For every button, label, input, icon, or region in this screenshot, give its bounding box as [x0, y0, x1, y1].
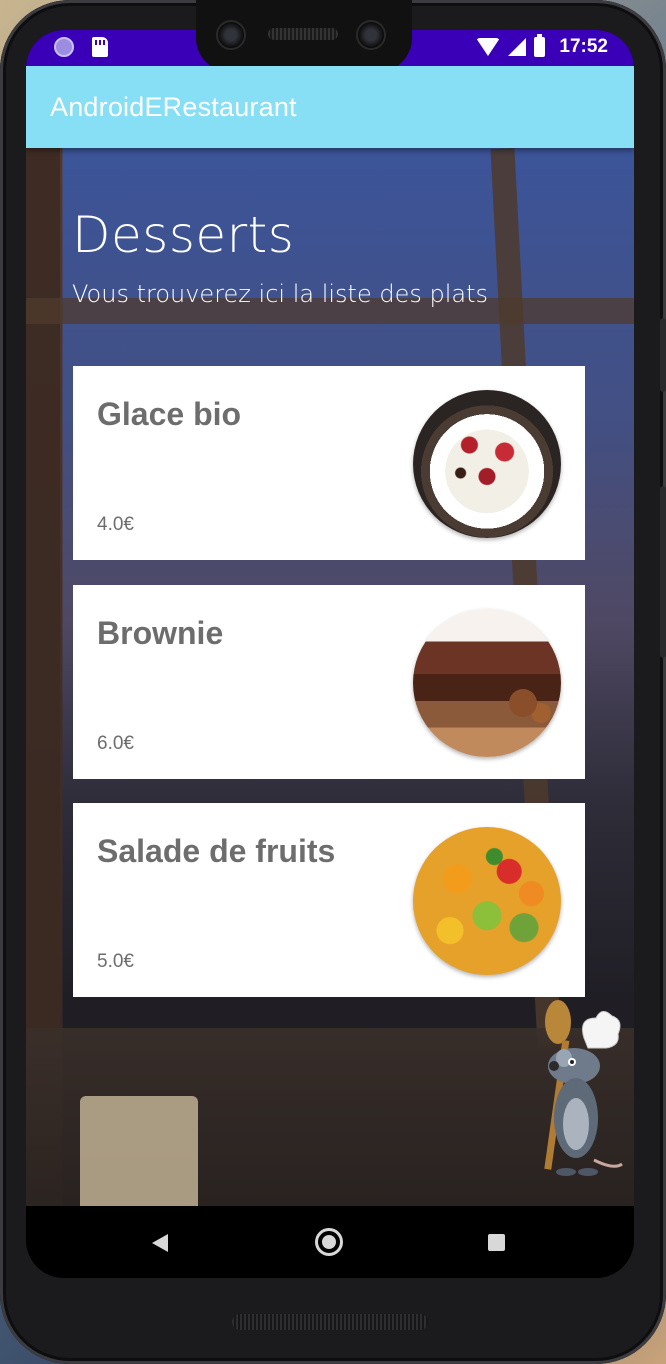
status-time: 17:52 — [559, 36, 608, 57]
dish-name: Brownie — [97, 615, 224, 651]
screen: 17:52 AndroidERestaurant Desserts Vous t… — [26, 30, 634, 1278]
back-icon[interactable] — [152, 1234, 168, 1252]
signal-icon — [508, 38, 527, 56]
power-button — [660, 318, 666, 392]
earpiece-speaker — [268, 28, 338, 40]
ice-cream-image — [413, 390, 561, 538]
home-icon[interactable] — [315, 1228, 343, 1256]
app-title: AndroidERestaurant — [50, 92, 297, 122]
wifi-icon — [476, 38, 501, 56]
fruit-salad-image — [413, 827, 561, 975]
background-cup — [80, 1096, 198, 1206]
dessert-list-screen[interactable]: Desserts Vous trouverez ici la liste des… — [26, 148, 634, 1206]
app-bar: AndroidERestaurant — [26, 66, 634, 148]
front-camera-icon — [216, 20, 246, 50]
battery-icon — [534, 34, 546, 57]
dish-name: Salade de fruits — [97, 833, 336, 869]
navigation-bar — [26, 1206, 634, 1278]
dish-card[interactable]: Glace bio 4.0€ — [73, 366, 585, 560]
dish-price: 5.0€ — [97, 951, 134, 972]
dish-card[interactable]: Brownie 6.0€ — [73, 585, 585, 779]
recent-apps-icon[interactable] — [488, 1234, 505, 1251]
chef-rat-mascot — [544, 1000, 623, 1176]
dish-price: 6.0€ — [97, 733, 134, 754]
dish-card[interactable]: Salade de fruits 5.0€ — [73, 803, 585, 997]
dish-price: 4.0€ — [97, 514, 134, 535]
page-title: Desserts — [72, 206, 295, 264]
sd-card-icon — [92, 37, 108, 57]
notification-dot-icon — [54, 37, 74, 57]
bottom-speaker — [232, 1314, 428, 1330]
volume-button — [660, 486, 666, 658]
dish-name: Glace bio — [97, 396, 242, 432]
camera-notch — [196, 0, 412, 72]
front-camera-icon — [356, 20, 386, 50]
phone-frame: 17:52 AndroidERestaurant Desserts Vous t… — [0, 0, 666, 1364]
brownie-image — [413, 609, 561, 757]
page-subtitle: Vous trouverez ici la liste des plats — [72, 280, 488, 308]
